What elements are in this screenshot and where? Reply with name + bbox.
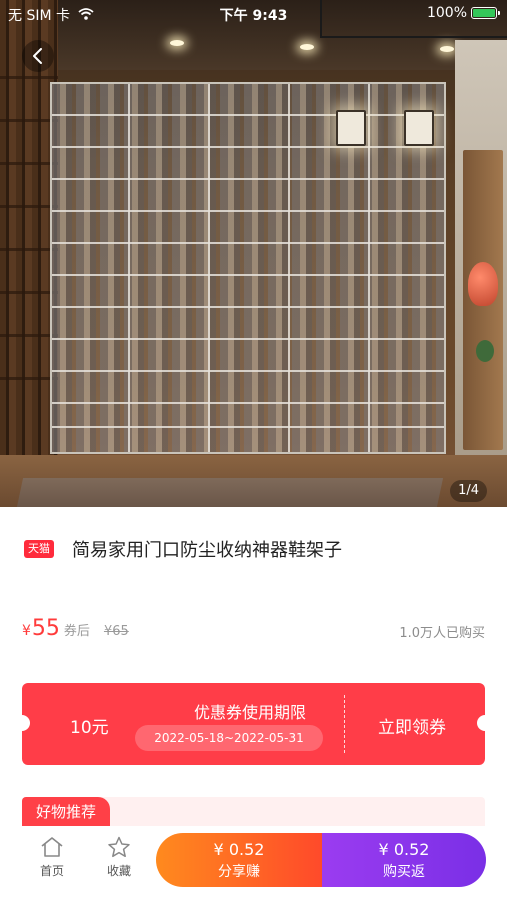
back-button[interactable] [22,40,54,72]
share-label: 分享赚 [218,864,260,880]
product-title: 简易家用门口防尘收纳神器鞋架子 [72,540,342,561]
recommend-label: 好物推荐 [22,797,111,827]
back-arrow-icon [33,48,42,64]
ceiling-light [170,40,184,46]
star-icon [108,836,130,858]
buy-rebate-button[interactable]: ¥ 0.52 购买返 [322,833,486,887]
home-label: 首页 [39,864,64,878]
coupon-amount: 10元 [70,718,109,738]
sold-count: 1.0万人已购买 [399,626,485,641]
image-pager: 1/4 [450,480,487,502]
shoe-rack-image [50,82,446,454]
buy-rebate: ¥ 0.52 [378,840,430,859]
platform-badge: 天猫 [24,540,54,558]
home-button[interactable]: 首页 [27,836,77,879]
share-commission: ¥ 0.52 [213,840,265,859]
favorite-label: 收藏 [106,864,131,878]
product-image-gallery[interactable]: 1/4 [0,0,507,507]
lamp [404,110,434,146]
coupon-validity-title: 优惠券使用期限 [193,703,306,722]
share-earn-button[interactable]: ¥ 0.52 分享赚 [156,833,322,887]
battery-percent: 100% [426,5,467,21]
home-icon [41,837,63,857]
coupon-divider [344,695,345,753]
recommend-section: 好物推荐 [22,797,485,827]
ceiling-light [300,44,314,50]
status-bar: 无 SIM 卡 下午 9:43 100% [0,0,507,28]
plant [476,340,494,362]
price-row: ¥ 55 券后 ¥65 [22,616,129,641]
battery-icon [471,7,500,19]
lamp [336,110,366,146]
ceiling-light [440,46,454,52]
buy-label: 购买返 [383,864,425,880]
original-price: ¥65 [103,624,129,639]
claim-coupon-button[interactable]: 立即领券 [378,713,446,738]
currency-symbol: ¥ [22,623,31,639]
rug [16,478,444,507]
after-coupon-label: 券后 [63,624,90,639]
coupon-card[interactable]: 10元 优惠券使用期限 2022-05-18~2022-05-31 立即领券 [22,683,485,765]
vase [468,262,498,306]
coupon-dates: 2022-05-18~2022-05-31 [135,725,323,751]
coupon-price: 55 [31,616,60,641]
favorite-button[interactable]: 收藏 [94,836,144,879]
bottom-action-bar: 首页 收藏 ¥ 0.52 分享赚 ¥ 0.52 购买返 [0,826,507,900]
